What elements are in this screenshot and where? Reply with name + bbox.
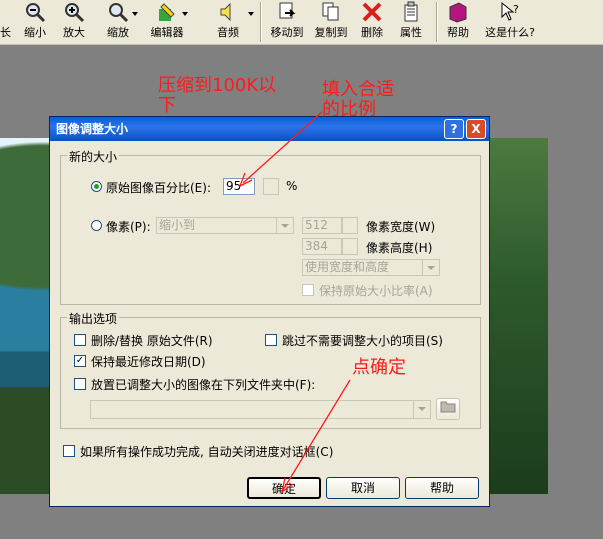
arrow-to-ok	[282, 379, 351, 491]
arrow-to-percent	[242, 111, 323, 184]
annotation-arrows	[238, 111, 351, 494]
